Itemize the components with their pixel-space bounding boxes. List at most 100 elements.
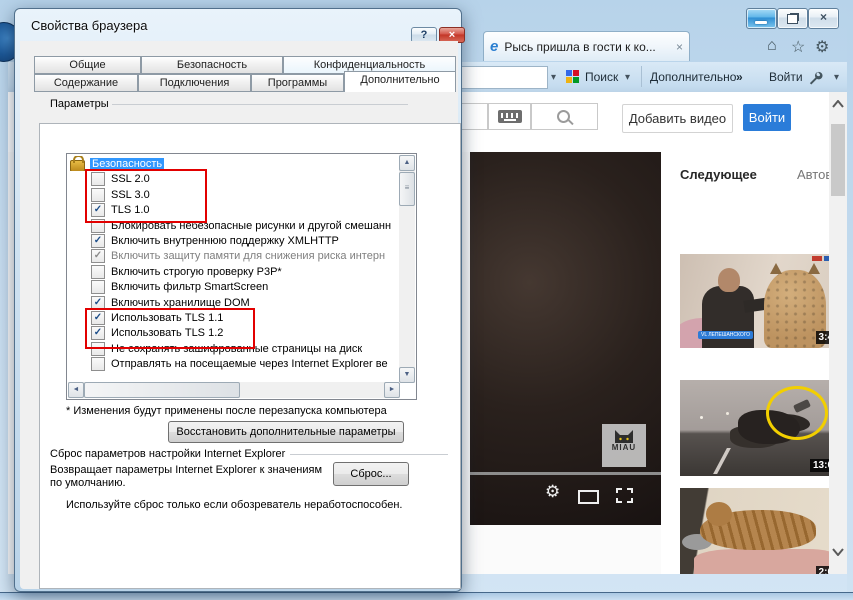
toolbar-more-button[interactable]: Дополнительно	[650, 70, 736, 84]
scroll-down-arrow[interactable]: ▼	[399, 367, 415, 383]
setting-row-dom-storage[interactable]: ✓ Включить хранилище DOM	[69, 295, 397, 310]
setting-row-xmlhttp[interactable]: ✓ Включить внутреннюю поддержку XMLHTTP	[69, 233, 397, 248]
checkbox-unchecked[interactable]	[91, 187, 105, 202]
scroll-up-arrow[interactable]: ▲	[399, 155, 415, 171]
setting-row-tls10[interactable]: ✓ TLS 1.0	[69, 202, 397, 217]
tab-connections[interactable]: Подключения	[138, 74, 251, 92]
internet-options-dialog: Свойства браузера ? × Общие Безопасность…	[14, 8, 465, 592]
checkbox-unchecked[interactable]	[91, 264, 105, 279]
fullscreen-icon[interactable]	[616, 488, 633, 508]
checkbox-checked[interactable]: ✓	[91, 310, 105, 325]
reset-group-rule	[290, 454, 448, 455]
setting-label: Включить хранилище DOM	[111, 296, 250, 309]
channel-watermark: MIAU	[602, 424, 646, 467]
checkbox-unchecked[interactable]	[91, 356, 105, 371]
toolbar-search-button[interactable]: Поиск	[585, 70, 618, 84]
setting-label: Использовать TLS 1.1	[111, 311, 224, 324]
setting-label: Блокировать небезопасные рисунки и друго…	[111, 219, 392, 232]
reset-warning: Используйте сброс только если обозревате…	[66, 499, 403, 511]
next-label: Следующее	[680, 167, 757, 182]
checkbox-unchecked[interactable]	[91, 341, 105, 356]
vertical-scrollbar[interactable]	[829, 92, 847, 574]
video-thumbnail-dashcam[interactable]: 13:0	[680, 380, 836, 476]
screen: × e Рысь пришла в гости к ко... × ⌂ ☆ ⚙ …	[0, 0, 853, 600]
tools-dropdown-icon[interactable]: ▾	[834, 72, 839, 83]
checkbox-unchecked[interactable]	[91, 279, 105, 294]
setting-row-ssl2[interactable]: SSL 2.0	[69, 171, 397, 186]
setting-row-tls11[interactable]: ✓ Использовать TLS 1.1	[69, 310, 397, 325]
setting-row-memory-protect[interactable]: ✓ Включить защиту памяти для снижения ри…	[69, 248, 397, 263]
tab-close-icon[interactable]: ×	[676, 40, 683, 54]
scroll-up-icon[interactable]	[832, 100, 844, 108]
setting-row-p3p[interactable]: Включить строгую проверку P3P*	[69, 264, 397, 279]
params-group-label: Параметры	[50, 98, 109, 110]
tab-advanced[interactable]: Дополнительно	[344, 71, 456, 92]
suggestions-sidebar: Следующее Автово VL ЛЕПЕШАНСКОГО 3:4 13:…	[661, 152, 839, 574]
setting-label: Включить строгую проверку P3P*	[111, 265, 282, 278]
checkbox-checked[interactable]: ✓	[91, 202, 105, 217]
setting-row-do-not-track[interactable]: Отправлять на посещаемые через Internet …	[69, 356, 397, 371]
video-thumbnail-lynx[interactable]: VL ЛЕПЕШАНСКОГО 3:4	[680, 254, 836, 348]
list-vscroll-thumb[interactable]: ≡	[399, 172, 415, 206]
reset-description-line2: по умолчанию.	[50, 477, 126, 489]
setting-row-tls12[interactable]: ✓ Использовать TLS 1.2	[69, 325, 397, 340]
list-horizontal-scrollbar[interactable]: ◄ ►	[68, 382, 400, 398]
window-minimize-button[interactable]	[746, 8, 777, 29]
setting-row-smartscreen[interactable]: Включить фильтр SmartScreen	[69, 279, 397, 294]
setting-row-no-cache[interactable]: Не сохранять зашифрованные страницы на д…	[69, 341, 397, 356]
reset-button[interactable]: Сброс...	[333, 462, 409, 486]
setting-category-row[interactable]: Безопасность	[69, 156, 397, 171]
minimize-icon	[755, 21, 767, 24]
checkbox-checked[interactable]: ✓	[91, 233, 105, 248]
search-dropdown-icon[interactable]: ▾	[551, 72, 556, 83]
setting-label: Включить внутреннюю поддержку XMLHTTP	[111, 234, 339, 247]
window-frame-bottom	[0, 592, 853, 600]
scroll-left-arrow[interactable]: ◄	[68, 382, 84, 398]
home-icon[interactable]: ⌂	[767, 37, 777, 55]
params-group-rule	[112, 104, 408, 105]
youtube-signin-button[interactable]: Войти	[743, 104, 791, 131]
tab-general[interactable]: Общие	[34, 56, 141, 74]
window-close-button[interactable]: ×	[808, 8, 839, 29]
setting-label: SSL 2.0	[111, 172, 150, 185]
scroll-down-icon[interactable]	[832, 548, 844, 556]
keyboard-button[interactable]	[488, 103, 531, 130]
checkbox-checked[interactable]: ✓	[91, 295, 105, 310]
checkbox-unchecked[interactable]	[91, 171, 105, 186]
settings-list[interactable]: Безопасность SSL 2.0 SSL 3.0 ✓ TLS 1.0 Б…	[66, 153, 417, 400]
setting-label: Отправлять на посещаемые через Internet …	[111, 357, 388, 370]
setting-row-block-unsafe[interactable]: Блокировать небезопасные рисунки и друго…	[69, 218, 397, 233]
add-video-button[interactable]: Добавить видео	[622, 104, 733, 133]
checkbox-checked[interactable]: ✓	[91, 325, 105, 340]
search-button[interactable]	[531, 103, 598, 130]
list-vertical-scrollbar[interactable]: ▲ ≡ ▼	[399, 155, 415, 383]
tab-security[interactable]: Безопасность	[141, 56, 283, 74]
tab-programs[interactable]: Программы	[251, 74, 344, 92]
checkbox-unchecked[interactable]	[91, 218, 105, 233]
setting-label: Включить фильтр SmartScreen	[111, 280, 269, 293]
scroll-right-arrow[interactable]: ►	[384, 382, 400, 398]
setting-row-ssl3[interactable]: SSL 3.0	[69, 187, 397, 202]
search-options-dropdown-icon[interactable]: ▾	[625, 72, 630, 83]
keyboard-icon	[498, 110, 522, 123]
video-player[interactable]: MIAU ⚙	[470, 152, 669, 525]
lock-icon	[70, 156, 85, 171]
player-settings-icon[interactable]: ⚙	[545, 482, 560, 502]
video-thumbnail-cat[interactable]: 2:0	[680, 488, 836, 574]
google-logo-icon	[566, 70, 579, 83]
restart-footnote: * Изменения будут применены после переза…	[66, 405, 387, 417]
browser-tab[interactable]: e Рысь пришла в гости к ко... ×	[483, 31, 690, 61]
theater-mode-icon[interactable]	[578, 490, 599, 504]
window-restore-button[interactable]	[777, 8, 808, 29]
tab-content[interactable]: Содержание	[34, 74, 138, 92]
wrench-icon[interactable]	[808, 70, 823, 90]
chevrons-icon[interactable]: »	[736, 70, 743, 84]
toolbar-signin-button[interactable]: Войти	[769, 70, 803, 84]
progress-bar[interactable]	[470, 472, 669, 475]
restore-advanced-button[interactable]: Восстановить дополнительные параметры	[168, 421, 404, 443]
setting-label: SSL 3.0	[111, 188, 150, 201]
favorites-star-icon[interactable]: ☆	[791, 37, 805, 57]
list-hscroll-thumb[interactable]	[84, 382, 240, 398]
vertical-scrollbar-thumb[interactable]	[831, 124, 845, 196]
settings-gear-icon[interactable]: ⚙	[815, 37, 829, 57]
